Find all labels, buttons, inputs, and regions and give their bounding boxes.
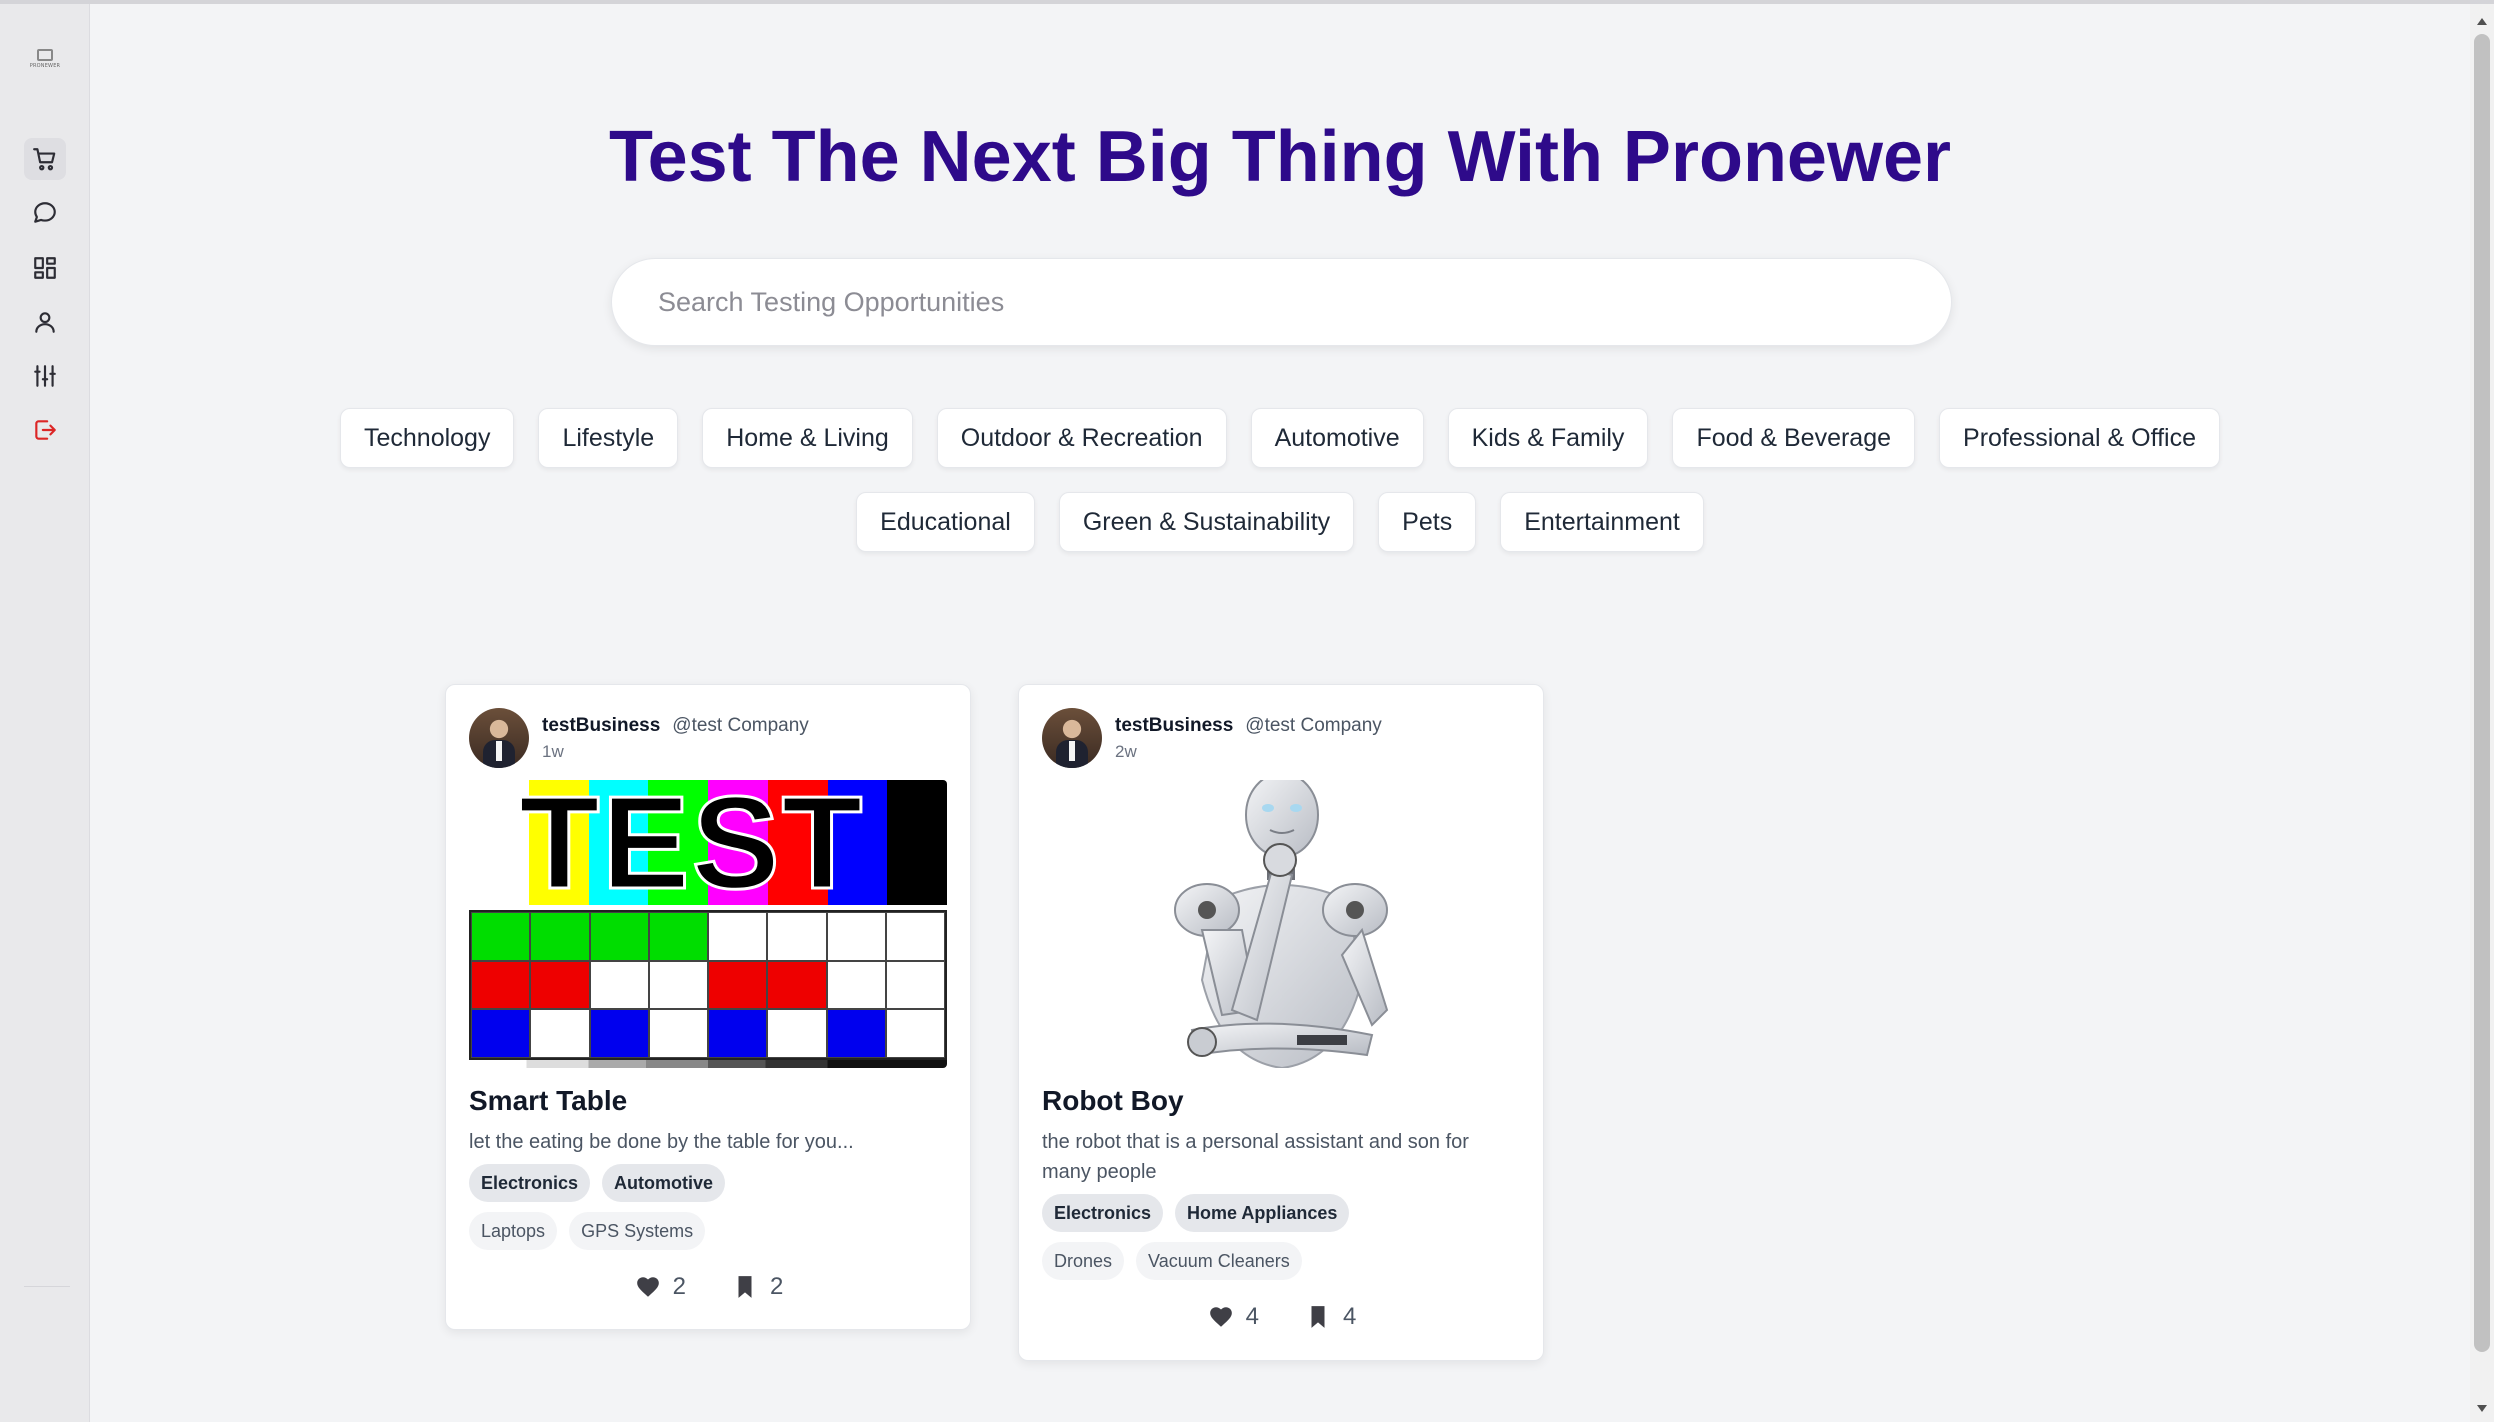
- logo-mark-icon: [37, 49, 53, 61]
- like-button[interactable]: 2: [635, 1273, 686, 1301]
- sidebar-divider: [24, 1286, 70, 1287]
- product-image[interactable]: [1042, 780, 1520, 1068]
- page-scrollbar[interactable]: [2470, 4, 2494, 1422]
- sidebar-item-dashboard[interactable]: [24, 247, 66, 289]
- like-count: 2: [672, 1273, 686, 1300]
- like-count: 4: [1245, 1303, 1259, 1330]
- primary-tags: Electronics Home Appliances: [1042, 1194, 1350, 1232]
- category-chip-technology[interactable]: Technology: [339, 408, 515, 468]
- category-chip-entertainment[interactable]: Entertainment: [1500, 492, 1704, 552]
- secondary-tags: Laptops GPS Systems: [469, 1212, 706, 1250]
- card-author: testBusiness @test Company 2w: [1042, 708, 1382, 768]
- sidebar-item-settings[interactable]: [24, 355, 66, 397]
- card-author: testBusiness @test Company 1w: [469, 708, 809, 768]
- category-chip-green-sustainability[interactable]: Green & Sustainability: [1058, 492, 1355, 552]
- sidebar-item-marketplace[interactable]: [24, 138, 66, 180]
- card-title[interactable]: Smart Table: [469, 1085, 627, 1117]
- sidebar-item-logout[interactable]: [24, 409, 66, 451]
- tag-gps-systems[interactable]: GPS Systems: [569, 1212, 706, 1250]
- user-icon: [35, 312, 55, 333]
- sidebar-item-profile[interactable]: [24, 301, 66, 343]
- card-description: the robot that is a personal assistant a…: [1042, 1131, 1469, 1183]
- page-title: Test The Next Big Thing With Pronewer: [608, 117, 1952, 197]
- category-chip-automotive[interactable]: Automotive: [1250, 408, 1424, 468]
- dashboard-grid-icon: [34, 257, 56, 279]
- tag-electronics[interactable]: Electronics: [469, 1164, 591, 1202]
- author-handle: @test Company: [672, 715, 809, 736]
- category-chip-pets[interactable]: Pets: [1378, 492, 1477, 552]
- avatar[interactable]: [469, 708, 529, 768]
- primary-tags: Electronics Automotive: [469, 1164, 726, 1202]
- search-bar[interactable]: [611, 258, 1952, 346]
- logo-text: PRONEWER: [29, 63, 61, 69]
- product-image[interactable]: TEST: [469, 780, 947, 1068]
- window-top-border: [0, 0, 2494, 4]
- card-description: let the eating be done by the table for …: [469, 1131, 854, 1153]
- heart-icon: [1209, 1307, 1232, 1327]
- category-chip-outdoor-recreation[interactable]: Outdoor & Recreation: [936, 408, 1227, 468]
- category-chip-lifestyle[interactable]: Lifestyle: [538, 408, 679, 468]
- bookmark-button[interactable]: 2: [732, 1273, 783, 1301]
- robot-illustration: [1174, 780, 1389, 1068]
- like-button[interactable]: 4: [1208, 1303, 1259, 1331]
- tag-home-appliances[interactable]: Home Appliances: [1175, 1194, 1350, 1232]
- card-stats: 4 4: [1019, 1303, 1545, 1331]
- heart-icon: [636, 1277, 659, 1297]
- scroll-down-arrow-icon[interactable]: [2477, 1405, 2487, 1412]
- bookmark-count: 4: [1343, 1303, 1357, 1330]
- author-username[interactable]: testBusiness: [1115, 715, 1233, 737]
- scroll-up-arrow-icon[interactable]: [2477, 18, 2487, 25]
- category-chip-educational[interactable]: Educational: [856, 492, 1035, 552]
- test-pattern-text: TEST: [517, 780, 865, 916]
- secondary-tags: Drones Vacuum Cleaners: [1042, 1242, 1302, 1280]
- card-stats: 2 2: [446, 1273, 972, 1301]
- category-filters: Technology Lifestyle Home & Living Outdo…: [260, 408, 2300, 552]
- shopping-cart-icon: [33, 148, 56, 171]
- author-handle: @test Company: [1245, 715, 1382, 736]
- sliders-icon: [34, 365, 56, 387]
- sidebar-item-messages[interactable]: [24, 192, 66, 234]
- tag-laptops[interactable]: Laptops: [469, 1212, 558, 1250]
- logout-icon: [35, 420, 56, 440]
- bookmark-icon: [738, 1276, 752, 1298]
- bookmark-count: 2: [770, 1273, 784, 1300]
- sidebar: PRONEWER: [0, 4, 90, 1422]
- category-chip-food-beverage[interactable]: Food & Beverage: [1672, 408, 1916, 468]
- tag-automotive[interactable]: Automotive: [602, 1164, 726, 1202]
- category-chip-kids-family[interactable]: Kids & Family: [1447, 408, 1649, 468]
- tag-vacuum-cleaners[interactable]: Vacuum Cleaners: [1136, 1242, 1302, 1280]
- category-chip-home-living[interactable]: Home & Living: [702, 408, 913, 468]
- pronewer-logo[interactable]: PRONEWER: [28, 44, 62, 74]
- post-time: 2w: [1115, 742, 1137, 761]
- product-card[interactable]: testBusiness @test Company 2w Robot Boy …: [1018, 684, 1544, 1361]
- tag-electronics[interactable]: Electronics: [1042, 1194, 1164, 1232]
- chat-bubble-icon: [34, 202, 56, 223]
- post-time: 1w: [542, 742, 564, 761]
- avatar[interactable]: [1042, 708, 1102, 768]
- card-title[interactable]: Robot Boy: [1042, 1085, 1184, 1117]
- bookmark-icon: [1311, 1306, 1325, 1328]
- bookmark-button[interactable]: 4: [1305, 1303, 1356, 1331]
- search-input[interactable]: [658, 286, 1858, 318]
- product-card[interactable]: testBusiness @test Company 1w TEST Smart…: [445, 684, 971, 1330]
- category-chip-professional-office[interactable]: Professional & Office: [1939, 408, 2220, 468]
- scrollbar-thumb[interactable]: [2474, 34, 2490, 1352]
- tag-drones[interactable]: Drones: [1042, 1242, 1125, 1280]
- author-username[interactable]: testBusiness: [542, 715, 660, 737]
